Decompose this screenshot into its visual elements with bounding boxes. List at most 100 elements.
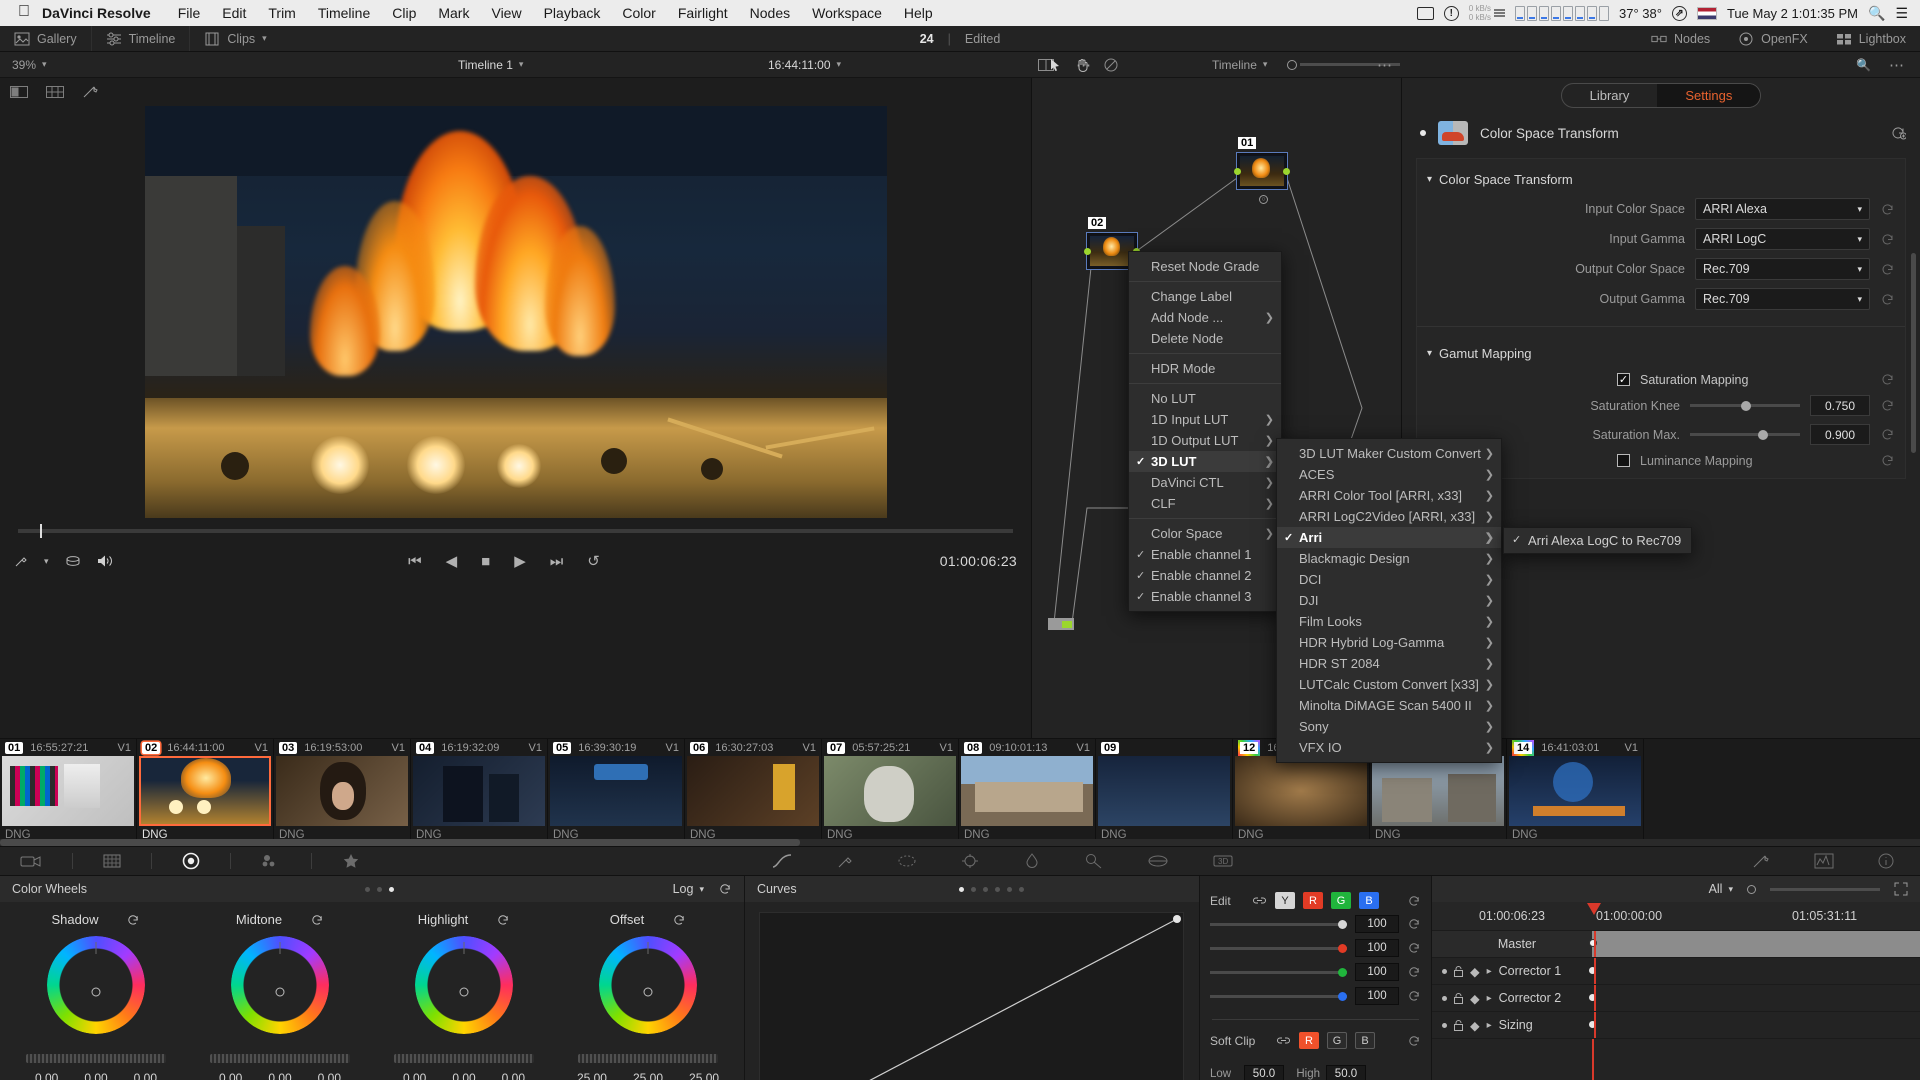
r-value[interactable]: 100 — [1355, 939, 1399, 957]
input-gamma-select[interactable]: ARRI LogC ▾ — [1695, 228, 1870, 250]
openfx-button[interactable]: OpenFX — [1724, 32, 1822, 46]
wheel-reset-icon[interactable] — [310, 913, 324, 927]
link-icon[interactable] — [1252, 894, 1267, 907]
eyedropper-icon[interactable] — [14, 554, 28, 568]
apple-icon[interactable]:  — [8, 4, 42, 22]
wheel-reset-icon[interactable] — [672, 913, 686, 927]
lut-item-minolta-dimage-scan-5400-ii[interactable]: Minolta DiMAGE Scan 5400 II ❯ — [1277, 695, 1501, 716]
reset-icon[interactable] — [1880, 202, 1895, 217]
effect-reset-icon[interactable] — [1890, 125, 1906, 141]
g-value[interactable]: 100 — [1355, 963, 1399, 981]
master-wheel-slider[interactable] — [26, 1054, 166, 1063]
tab-settings[interactable]: Settings — [1657, 83, 1761, 107]
menu-playback[interactable]: Playback — [533, 5, 612, 21]
tracker-icon[interactable] — [961, 853, 979, 869]
reset-icon[interactable] — [1880, 398, 1895, 413]
chevron-right-icon[interactable]: ▸ — [1487, 993, 1492, 1004]
node-01-input-port[interactable] — [1234, 168, 1241, 175]
cursor-tool-icon[interactable] — [1050, 58, 1061, 72]
scrub-track[interactable] — [18, 524, 1013, 538]
clip-thumbnail[interactable] — [961, 756, 1093, 826]
node-01-output-port[interactable] — [1283, 168, 1290, 175]
wheels-mode-dropdown[interactable]: Log ▾ — [673, 882, 704, 896]
high-value[interactable]: 50.0 — [1326, 1065, 1366, 1080]
magic-mask-icon[interactable] — [82, 85, 100, 99]
filmstrip-scrollbar[interactable] — [0, 839, 1920, 846]
wheel-g-value[interactable]: 0.00 — [84, 1071, 107, 1080]
track-enable-dot[interactable] — [1442, 968, 1447, 974]
lut-item-vfx-io[interactable]: VFX IO ❯ — [1277, 737, 1501, 758]
list-item[interactable]: 05 16:39:30:19 V1 DNG — [548, 739, 685, 846]
app-name[interactable]: DaVinci Resolve — [42, 5, 151, 21]
wheel-g-value[interactable]: 0.00 — [268, 1071, 291, 1080]
inspector-scrollbar[interactable] — [1911, 253, 1916, 453]
master-wheel-slider[interactable] — [578, 1054, 718, 1063]
stop-button[interactable]: ■ — [481, 553, 490, 570]
saturation-max-slider[interactable] — [1690, 429, 1800, 440]
channel-g-button[interactable]: G — [1331, 892, 1351, 909]
menu-edit[interactable]: Edit — [211, 5, 257, 21]
menu-item-enable-channel-1[interactable]: ✓ Enable channel 1 — [1129, 544, 1281, 565]
gallery-button[interactable]: Gallery — [0, 26, 92, 51]
lut-item-3d-lut-maker-custom-convert[interactable]: 3D LUT Maker Custom Convert ❯ — [1277, 443, 1501, 464]
loop-button[interactable]: ↺ — [587, 552, 600, 570]
menu-trim[interactable]: Trim — [257, 5, 306, 21]
wheel-reset-icon[interactable] — [496, 913, 510, 927]
menu-item-add-node[interactable]: Add Node ... ❯ — [1129, 307, 1281, 328]
wheel-g-value[interactable]: 0.00 — [452, 1071, 475, 1080]
menu-item-davinci-ctl[interactable]: DaVinci CTL ❯ — [1129, 472, 1281, 493]
lut-item-arri[interactable]: ✓ Arri ❯ — [1277, 527, 1501, 548]
menu-item-change-label[interactable]: Change Label — [1129, 286, 1281, 307]
lut-item-aces[interactable]: ACES ❯ — [1277, 464, 1501, 485]
menu-fairlight[interactable]: Fairlight — [667, 5, 739, 21]
wheels-reset-icon[interactable] — [718, 882, 732, 896]
lut-item-hdr-hybrid-log-gamma[interactable]: HDR Hybrid Log-Gamma ❯ — [1277, 632, 1501, 653]
reset-icon[interactable] — [1880, 453, 1895, 468]
page-dots[interactable] — [959, 886, 1025, 892]
node-scope-dropdown[interactable]: Timeline ▾ — [1212, 58, 1267, 72]
chevron-right-icon[interactable]: ▸ — [1487, 966, 1492, 977]
lut-item-blackmagic-design[interactable]: Blackmagic Design ❯ — [1277, 548, 1501, 569]
saturation-knee-value[interactable]: 0.750 — [1810, 395, 1870, 416]
search-icon[interactable]: 🔍 — [1868, 5, 1885, 22]
output-color-space-select[interactable]: Rec.709 ▾ — [1695, 258, 1870, 280]
lock-icon[interactable] — [1454, 965, 1463, 977]
node-01-key-icon[interactable]: ○ — [1259, 195, 1268, 204]
cache-icon[interactable] — [65, 555, 81, 567]
reset-icon[interactable] — [1880, 427, 1895, 442]
keyframe-filter-dropdown[interactable]: All ▾ — [1709, 882, 1733, 896]
clip-thumbnail[interactable] — [1372, 756, 1504, 826]
wheel-b-value[interactable]: 0.00 — [134, 1071, 157, 1080]
filmstrip[interactable]: 01 16:55:27:21 V1 DNG 02 16:44:11:00 V1 … — [0, 738, 1920, 846]
lut-item-arri-logc2video-arri-x33[interactable]: ARRI LogC2Video [ARRI, x33] ❯ — [1277, 506, 1501, 527]
zoom-dropdown[interactable]: 39% ▾ — [0, 58, 78, 72]
node-options-icon[interactable]: ⋯ — [1377, 56, 1392, 74]
keyframe-zoom-handle[interactable] — [1747, 884, 1756, 894]
reset-icon[interactable] — [1880, 262, 1895, 277]
clip-thumbnail[interactable] — [1098, 756, 1230, 826]
lock-icon[interactable] — [1454, 1019, 1463, 1031]
clip-thumbnail[interactable] — [2, 756, 134, 826]
master-wheel-slider[interactable] — [210, 1054, 350, 1063]
hand-tool-icon[interactable] — [1076, 58, 1089, 72]
inspector-options-icon[interactable]: ⋯ — [1889, 56, 1904, 74]
menu-item-color-space[interactable]: Color Space ❯ — [1129, 523, 1281, 544]
reset-icon[interactable] — [1407, 941, 1421, 955]
section-header[interactable]: ▾ Gamut Mapping — [1417, 339, 1905, 368]
diamond-icon[interactable]: ◆ — [1470, 964, 1480, 979]
menu-workspace[interactable]: Workspace — [801, 5, 893, 21]
track-enable-dot[interactable] — [1442, 995, 1447, 1001]
saturation-max-value[interactable]: 0.900 — [1810, 424, 1870, 445]
clip-thumbnail[interactable] — [1509, 756, 1641, 826]
link-icon[interactable] — [1276, 1034, 1291, 1047]
reset-icon[interactable] — [1880, 292, 1895, 307]
list-item[interactable]: 02 16:44:11:00 V1 DNG — [137, 739, 274, 846]
scopes-icon[interactable] — [1814, 853, 1834, 869]
lut-item-hdr-st-2084[interactable]: HDR ST 2084 ❯ — [1277, 653, 1501, 674]
clip-thumbnail[interactable] — [1235, 756, 1367, 826]
list-item[interactable]: 14 16:41:03:01 V1 DNG — [1507, 739, 1644, 846]
info-icon[interactable] — [1878, 853, 1894, 869]
menu-file[interactable]: File — [167, 5, 212, 21]
low-value[interactable]: 50.0 — [1244, 1065, 1284, 1080]
camera-raw-icon[interactable] — [20, 853, 42, 869]
